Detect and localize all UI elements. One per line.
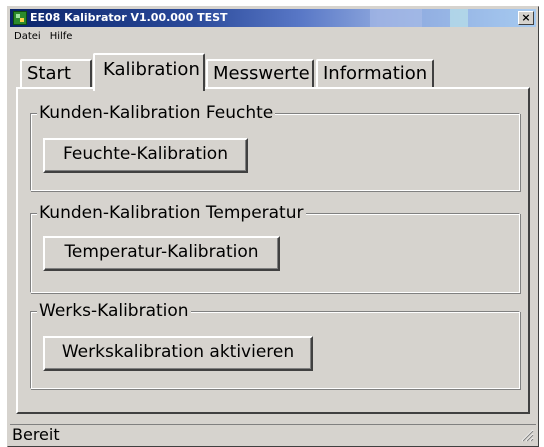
- close-button[interactable]: ×: [518, 11, 534, 25]
- kalibration-panel: Kunden-Kalibration Feuchte Feuchte-Kalib…: [16, 87, 530, 414]
- app-window: EE08 Kalibrator V1.00.000 TEST × Datei H…: [7, 6, 539, 447]
- button-label: Temperatur-Kalibration: [64, 242, 259, 262]
- title-bar[interactable]: EE08 Kalibrator V1.00.000 TEST ×: [10, 9, 536, 27]
- tab-label: Messwerte: [213, 63, 310, 84]
- size-grip-icon[interactable]: [520, 428, 534, 442]
- title-bar-stripe: [450, 9, 468, 27]
- window-title: EE08 Kalibrator V1.00.000 TEST: [30, 11, 228, 24]
- menu-bar: Datei Hilfe: [10, 28, 77, 46]
- group-werks-kalibration: Werks-Kalibration Werkskalibration aktiv…: [30, 300, 520, 389]
- werkskalibration-aktivieren-button[interactable]: Werkskalibration aktivieren: [43, 336, 313, 371]
- feuchte-kalibration-button[interactable]: Feuchte-Kalibration: [43, 138, 248, 173]
- tab-label: Information: [323, 63, 428, 84]
- tab-label: Kalibration: [103, 59, 200, 80]
- group-kunden-temperatur: Kunden-Kalibration Temperatur Temperatur…: [30, 202, 520, 293]
- menu-hilfe[interactable]: Hilfe: [46, 28, 78, 46]
- tab-information[interactable]: Information: [316, 59, 434, 89]
- group-title: Werks-Kalibration: [37, 300, 191, 322]
- title-bar-stripe: [370, 9, 422, 27]
- button-label: Feuchte-Kalibration: [63, 144, 228, 164]
- menu-datei[interactable]: Datei: [10, 28, 46, 46]
- tab-label: Start: [27, 63, 71, 84]
- temperatur-kalibration-button[interactable]: Temperatur-Kalibration: [43, 236, 280, 271]
- group-kunden-feuchte: Kunden-Kalibration Feuchte Feuchte-Kalib…: [30, 102, 520, 191]
- group-title: Kunden-Kalibration Feuchte: [37, 102, 276, 124]
- status-text: Bereit: [12, 425, 60, 444]
- button-label: Werkskalibration aktivieren: [61, 342, 295, 362]
- tab-messwerte[interactable]: Messwerte: [206, 59, 314, 89]
- app-logo-icon: [13, 11, 27, 25]
- tab-start[interactable]: Start: [20, 59, 92, 89]
- close-icon: ×: [521, 11, 531, 24]
- status-bar: Bereit: [10, 424, 536, 444]
- tab-kalibration[interactable]: Kalibration: [93, 53, 205, 91]
- group-title: Kunden-Kalibration Temperatur: [37, 202, 306, 224]
